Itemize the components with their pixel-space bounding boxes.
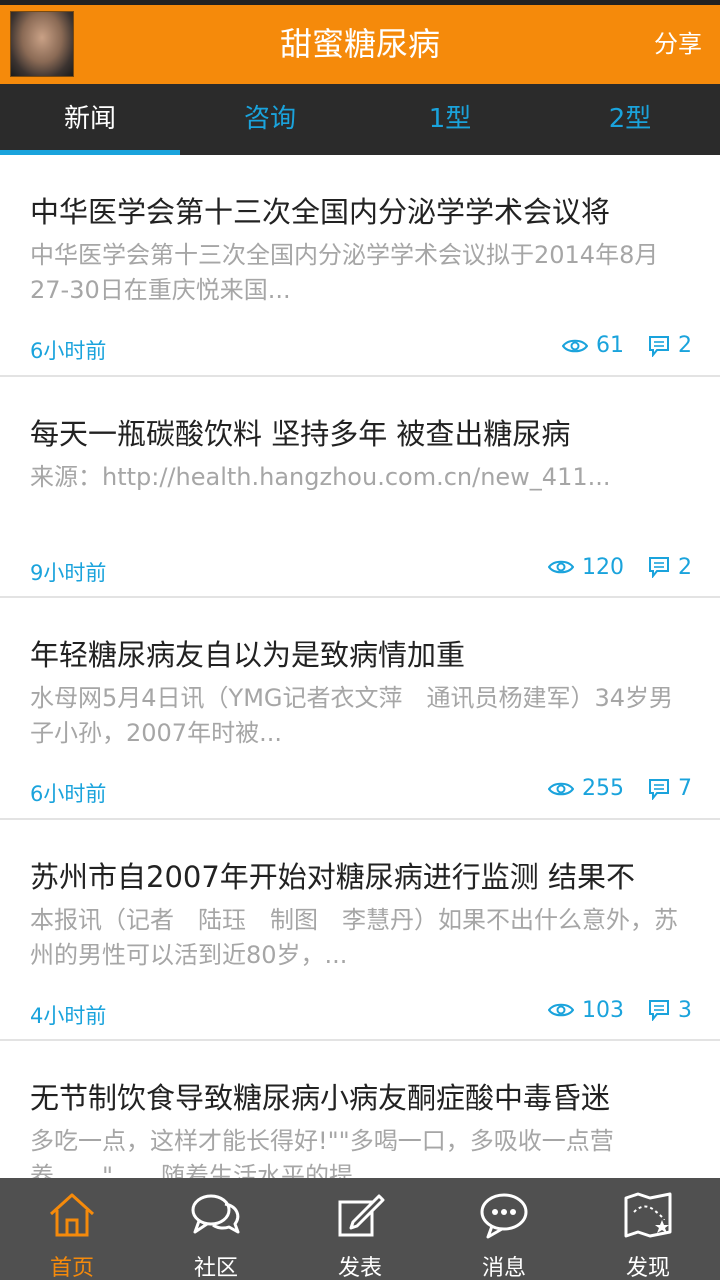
item-summary: 中华医学会第十三次全国内分泌学学术会议拟于2014年8月27-30日在重庆悦来国… — [30, 241, 659, 304]
item-time: 9小时前 — [30, 560, 107, 585]
comment-icon — [649, 335, 669, 357]
item-stats: 120 2 — [548, 555, 692, 580]
nav-messages[interactable]: 消息 — [432, 1178, 576, 1280]
item-title: 苏州市自2007年开始对糖尿病进行监测 结果不 — [30, 859, 636, 894]
eye-icon — [548, 560, 574, 574]
tab-news[interactable]: 新闻 — [0, 84, 180, 155]
comment-count: 7 — [678, 776, 692, 801]
item-title: 每天一瓶碳酸饮料 坚持多年 被查出糖尿病 — [30, 416, 571, 451]
nav-discover-label: 发现 — [625, 1256, 670, 1280]
category-tabs: 新闻 咨询 1型 2型 — [0, 84, 720, 155]
list-item[interactable]: 无节制饮食导致糖尿病小病友酮症酸中毒昏迷 多吃一点，这样才能长得好!""多喝一口… — [0, 1041, 720, 1178]
comment-count: 3 — [678, 997, 692, 1023]
list-item[interactable]: 中华医学会第十三次全国内分泌学学术会议将 中华医学会第十三次全国内分泌学学术会议… — [0, 155, 720, 377]
nav-home-label: 首页 — [49, 1256, 94, 1280]
comment-icon — [649, 1000, 669, 1021]
bottom-navigation: 首页 社区 发表 消息 发现 — [0, 1178, 720, 1280]
item-summary: 水母网5月4日讯（YMG记者衣文萍 通讯员杨建军）34岁男子小孙，2007年时被… — [30, 684, 674, 747]
nav-messages-label: 消息 — [481, 1256, 526, 1280]
item-summary: 本报讯（记者 陆珏 制图 李慧丹）如果不出什么意外，苏州的男性可以活到近80岁，… — [30, 905, 678, 969]
list-item[interactable]: 苏州市自2007年开始对糖尿病进行监测 结果不 本报讯（记者 陆珏 制图 李慧丹… — [0, 820, 720, 1041]
eye-icon — [562, 339, 588, 352]
item-time: 6小时前 — [30, 782, 107, 806]
share-button[interactable]: 分享 — [654, 5, 702, 84]
item-stats: 61 2 — [562, 333, 692, 358]
tab-type1[interactable]: 1型 — [360, 84, 540, 155]
item-summary: 多吃一点，这样才能长得好!""多喝一口，多吸收一点营养……"……随着生活水平的提 — [30, 1127, 614, 1178]
item-title: 无节制饮食导致糖尿病小病友酮症酸中毒昏迷 — [30, 1081, 611, 1115]
view-count: 61 — [596, 333, 624, 358]
app-header: 甜蜜糖尿病 分享 — [0, 5, 720, 84]
list-item[interactable]: 年轻糖尿病友自以为是致病情加重 水母网5月4日讯（YMG记者衣文萍 通讯员杨建军… — [0, 598, 720, 820]
item-stats: 255 7 — [548, 776, 692, 801]
item-stats: 103 3 — [548, 998, 692, 1023]
tab-type2[interactable]: 2型 — [540, 84, 720, 155]
avatar[interactable] — [10, 11, 74, 77]
view-count: 103 — [582, 997, 624, 1023]
news-feed[interactable]: 中华医学会第十三次全国内分泌学学术会议将 中华医学会第十三次全国内分泌学学术会议… — [0, 155, 720, 1178]
eye-icon — [548, 782, 574, 795]
item-title: 年轻糖尿病友自以为是致病情加重 — [30, 638, 466, 672]
item-title: 中华医学会第十三次全国内分泌学学术会议将 — [30, 195, 611, 229]
nav-discover[interactable]: 发现 — [576, 1178, 720, 1280]
eye-icon — [548, 1003, 574, 1017]
list-item[interactable]: 每天一瓶碳酸饮料 坚持多年 被查出糖尿病 来源：http://health.ha… — [0, 377, 720, 598]
nav-community[interactable]: 社区 — [144, 1178, 288, 1280]
item-summary: 来源：http://health.hangzhou.com.cn/new_411… — [30, 462, 611, 491]
tab-consult[interactable]: 咨询 — [180, 84, 360, 155]
comment-count: 2 — [678, 333, 692, 358]
discover-icon — [624, 1192, 672, 1238]
comment-icon — [649, 557, 669, 578]
item-time: 4小时前 — [30, 1003, 107, 1028]
comment-icon — [649, 778, 669, 800]
home-icon — [49, 1193, 95, 1237]
message-icon — [480, 1193, 528, 1239]
nav-home[interactable]: 首页 — [0, 1178, 144, 1280]
nav-compose-label: 发表 — [337, 1256, 382, 1280]
nav-compose[interactable]: 发表 — [288, 1178, 432, 1280]
nav-community-label: 社区 — [193, 1256, 238, 1280]
view-count: 120 — [582, 554, 624, 580]
compose-icon — [338, 1194, 385, 1237]
item-time: 6小时前 — [30, 339, 107, 363]
app-title: 甜蜜糖尿病 — [279, 25, 440, 63]
view-count: 255 — [582, 776, 624, 801]
community-icon — [191, 1194, 240, 1234]
comment-count: 2 — [678, 554, 692, 580]
